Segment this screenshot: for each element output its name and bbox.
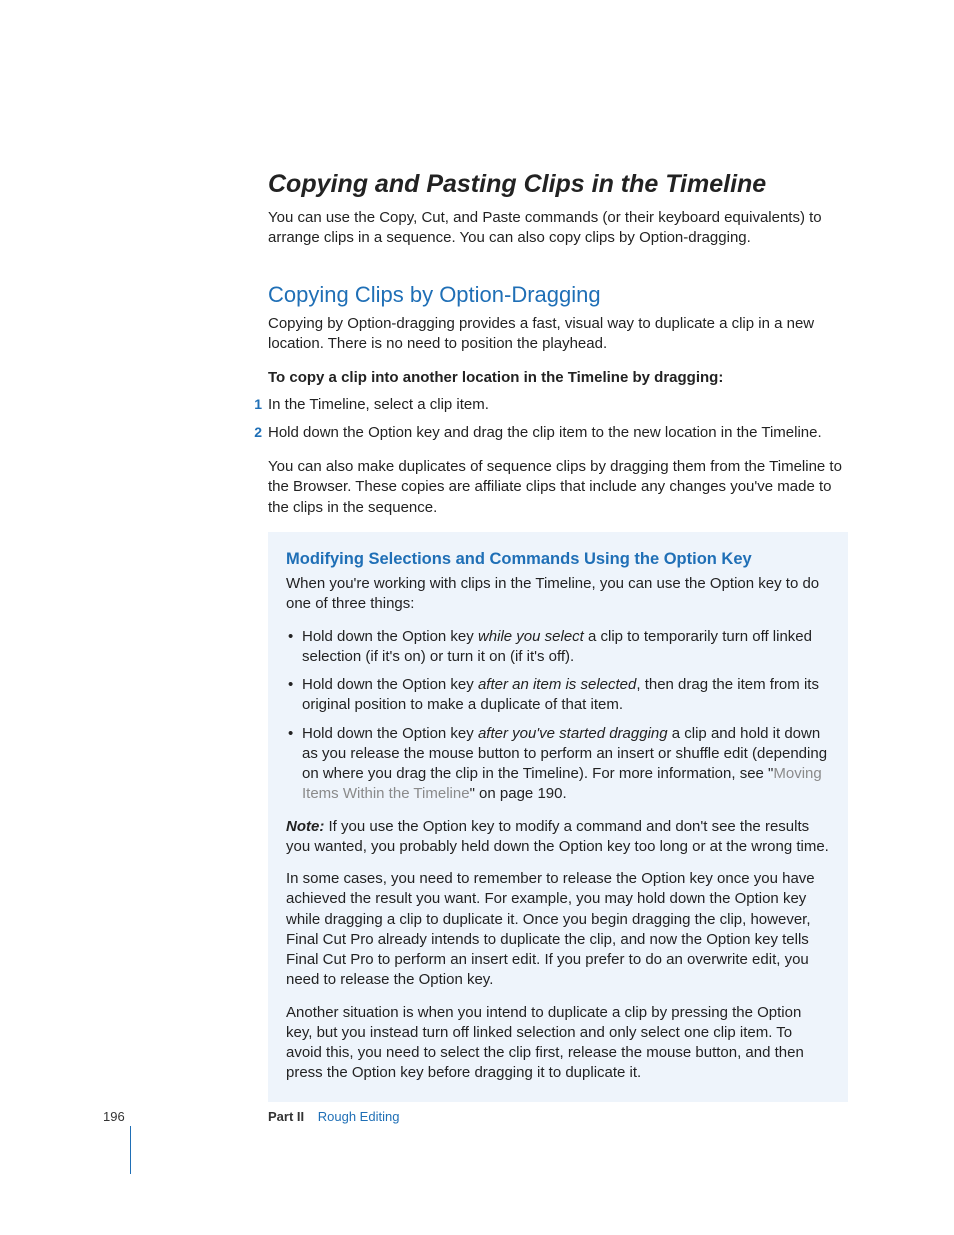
callout-intro: When you're working with clips in the Ti… bbox=[286, 574, 830, 615]
callout-list: Hold down the Option key while you selec… bbox=[286, 627, 830, 805]
section-title: Copying and Pasting Clips in the Timelin… bbox=[268, 168, 848, 202]
note-label: Note: bbox=[286, 818, 324, 835]
list-item: Hold down the Option key after you've st… bbox=[286, 724, 830, 805]
page-number: 196 bbox=[103, 1108, 125, 1126]
after-steps-paragraph: You can also make duplicates of sequence… bbox=[268, 457, 848, 518]
note-paragraph: Note: If you use the Option key to modif… bbox=[286, 817, 830, 858]
subsection-title: Copying Clips by Option-Dragging bbox=[268, 280, 848, 310]
step-text: In the Timeline, select a clip item. bbox=[268, 396, 489, 413]
step-number: 1 bbox=[250, 395, 262, 414]
step-number: 2 bbox=[250, 423, 262, 442]
callout-paragraph: Another situation is when you intend to … bbox=[286, 1003, 830, 1084]
part-name: Rough Editing bbox=[318, 1109, 400, 1124]
content-column: Copying and Pasting Clips in the Timelin… bbox=[268, 168, 848, 1102]
subsection-intro: Copying by Option-dragging provides a fa… bbox=[268, 314, 848, 355]
part-label: Part II bbox=[268, 1109, 304, 1124]
step-text: Hold down the Option key and drag the cl… bbox=[268, 424, 822, 441]
procedure-lead: To copy a clip into another location in … bbox=[268, 368, 848, 388]
callout-box: Modifying Selections and Commands Using … bbox=[268, 532, 848, 1102]
footer-rule bbox=[130, 1126, 131, 1174]
procedure-step: 2 Hold down the Option key and drag the … bbox=[268, 423, 848, 443]
section-intro: You can use the Copy, Cut, and Paste com… bbox=[268, 208, 848, 249]
page-body: Copying and Pasting Clips in the Timelin… bbox=[130, 0, 850, 1102]
list-item: Hold down the Option key while you selec… bbox=[286, 627, 830, 668]
callout-paragraph: In some cases, you need to remember to r… bbox=[286, 869, 830, 991]
list-item: Hold down the Option key after an item i… bbox=[286, 675, 830, 716]
footer-part: Part II Rough Editing bbox=[268, 1108, 399, 1126]
callout-title: Modifying Selections and Commands Using … bbox=[286, 548, 830, 570]
procedure-step: 1 In the Timeline, select a clip item. bbox=[268, 395, 848, 415]
